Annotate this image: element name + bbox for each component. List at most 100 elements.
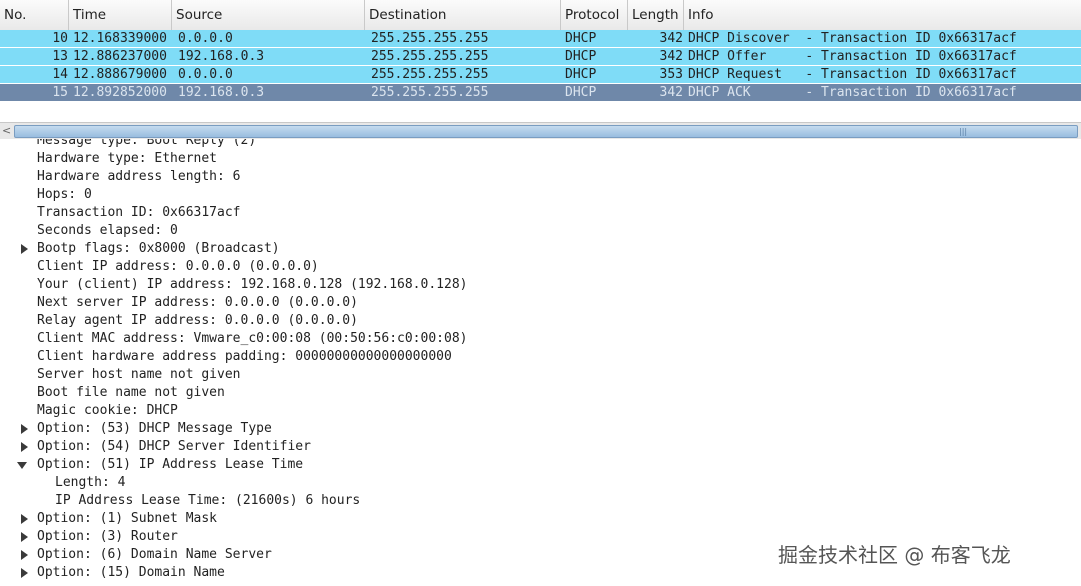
tree-item[interactable]: Client hardware address padding: 0000000… <box>37 348 452 366</box>
packet-destination: 255.255.255.255 <box>371 67 489 82</box>
packet-source: 192.168.0.3 <box>178 49 265 64</box>
tree-item-label: Client hardware address padding: 0000000… <box>37 349 452 364</box>
column-header-protocol[interactable]: Protocol <box>561 0 628 30</box>
packet-row[interactable]: 13 12.886237000 192.168.0.3 255.255.255.… <box>0 48 1081 66</box>
packet-row-selected[interactable]: 15 12.892852000 192.168.0.3 255.255.255.… <box>0 84 1081 102</box>
tree-item[interactable]: Magic cookie: DHCP <box>37 402 178 420</box>
tree-item[interactable]: Your (client) IP address: 192.168.0.128 … <box>37 276 467 294</box>
tree-item[interactable]: Option: (51) IP Address Lease Time <box>17 456 304 474</box>
packet-list-header: No. Time Source Destination Protocol Len… <box>0 0 1081 31</box>
packet-info: DHCP ACK - Transaction ID 0x66317acf <box>688 85 1017 100</box>
tree-item[interactable]: Option: (1) Subnet Mask <box>21 510 218 528</box>
packet-protocol: DHCP <box>565 67 597 82</box>
packet-info: DHCP Discover - Transaction ID 0x66317ac… <box>688 31 1017 46</box>
column-header-info[interactable]: Info <box>684 0 1081 30</box>
scrollbar-grip-icon: ||| <box>959 127 968 136</box>
packet-destination: 255.255.255.255 <box>371 85 489 100</box>
tree-item[interactable]: Option: (3) Router <box>21 528 178 546</box>
packet-info: DHCP Offer - Transaction ID 0x66317acf <box>688 49 1017 64</box>
tree-item-label: Hardware type: Ethernet <box>37 151 218 166</box>
tree-item[interactable]: Option: (54) DHCP Server Identifier <box>21 438 311 456</box>
tree-item-label: Magic cookie: DHCP <box>37 403 178 418</box>
expand-triangle-icon[interactable] <box>21 514 28 524</box>
expand-triangle-icon[interactable] <box>21 550 28 560</box>
packet-time: 12.892852000 <box>73 85 167 100</box>
packet-no: 10 <box>52 31 68 46</box>
tree-item[interactable]: Option: (15) Domain Name <box>21 564 225 582</box>
tree-item[interactable]: Option: (53) DHCP Message Type <box>21 420 272 438</box>
expand-triangle-icon[interactable] <box>21 244 28 254</box>
tree-item-label: Client IP address: 0.0.0.0 (0.0.0.0) <box>37 259 319 274</box>
packet-length: 342 <box>659 49 683 64</box>
tree-item-label: Option: (54) DHCP Server Identifier <box>37 439 311 454</box>
packet-row[interactable]: 14 12.888679000 0.0.0.0 255.255.255.255 … <box>0 66 1081 84</box>
expand-triangle-icon[interactable] <box>21 568 28 578</box>
tree-item[interactable]: Message type: Boot Reply (2) <box>37 139 256 150</box>
tree-item[interactable]: IP Address Lease Time: (21600s) 6 hours <box>55 492 360 510</box>
packet-destination: 255.255.255.255 <box>371 31 489 46</box>
packet-length: 353 <box>659 67 683 82</box>
collapse-triangle-icon[interactable] <box>17 462 27 469</box>
watermark: 掘金技术社区 @ 布客飞龙 <box>778 543 1011 567</box>
expand-triangle-icon[interactable] <box>21 424 28 434</box>
tree-item-label: Option: (15) Domain Name <box>37 565 225 580</box>
tree-item-label: Client MAC address: Vmware_c0:00:08 (00:… <box>37 331 468 346</box>
packet-protocol: DHCP <box>565 31 597 46</box>
packet-source: 192.168.0.3 <box>178 85 265 100</box>
packet-length: 342 <box>659 85 683 100</box>
tree-item[interactable]: Option: (6) Domain Name Server <box>21 546 272 564</box>
expand-triangle-icon[interactable] <box>21 532 28 542</box>
packet-protocol: DHCP <box>565 85 597 100</box>
tree-item[interactable]: Seconds elapsed: 0 <box>37 222 178 240</box>
tree-item[interactable]: Server host name not given <box>37 366 241 384</box>
expand-triangle-icon[interactable] <box>21 442 28 452</box>
packet-details-tree: Message type: Boot Reply (2) Hardware typ… <box>0 139 1081 586</box>
tree-item[interactable]: Hardware type: Ethernet <box>37 150 217 168</box>
tree-item-label: Hops: 0 <box>37 187 92 202</box>
column-header-length[interactable]: Length <box>628 0 684 30</box>
packet-destination: 255.255.255.255 <box>371 49 489 64</box>
packet-source: 0.0.0.0 <box>178 31 233 46</box>
tree-item-label: Message type: Boot Reply (2) <box>37 139 257 148</box>
packet-time: 12.888679000 <box>73 67 167 82</box>
packet-time: 12.168339000 <box>73 31 167 46</box>
column-header-source[interactable]: Source <box>172 0 365 30</box>
tree-item-label: Option: (53) DHCP Message Type <box>37 421 272 436</box>
packet-no: 13 <box>52 49 68 64</box>
tree-item[interactable]: Boot file name not given <box>37 384 225 402</box>
tree-item[interactable]: Client IP address: 0.0.0.0 (0.0.0.0) <box>37 258 319 276</box>
tree-item-label: Next server IP address: 0.0.0.0 (0.0.0.0… <box>37 295 358 310</box>
tree-item-label: Boot file name not given <box>37 385 225 400</box>
packet-row[interactable]: 10 12.168339000 0.0.0.0 255.255.255.255 … <box>0 30 1081 48</box>
horizontal-scrollbar[interactable]: < ||| <box>0 122 1081 140</box>
tree-item-label: Option: (51) IP Address Lease Time <box>37 457 304 472</box>
packet-time: 12.886237000 <box>73 49 167 64</box>
tree-item[interactable]: Bootp flags: 0x8000 (Broadcast) <box>21 240 280 258</box>
tree-item-label: Seconds elapsed: 0 <box>37 223 178 238</box>
tree-item-label: Length: 4 <box>55 475 126 490</box>
tree-item[interactable]: Length: 4 <box>55 474 125 492</box>
packet-source: 0.0.0.0 <box>178 67 233 82</box>
packet-protocol: DHCP <box>565 49 597 64</box>
column-header-destination[interactable]: Destination <box>365 0 561 30</box>
packet-no: 15 <box>52 85 68 100</box>
scroll-left-arrow-icon[interactable]: < <box>2 123 12 139</box>
tree-item[interactable]: Transaction ID: 0x66317acf <box>37 204 241 222</box>
column-header-time[interactable]: Time <box>69 0 172 30</box>
tree-item-label: Your (client) IP address: 192.168.0.128 … <box>37 277 468 292</box>
scrollbar-thumb[interactable]: ||| <box>14 125 1078 138</box>
column-header-no[interactable]: No. <box>0 0 69 30</box>
tree-item-label: Transaction ID: 0x66317acf <box>37 205 241 220</box>
tree-item[interactable]: Client MAC address: Vmware_c0:00:08 (00:… <box>37 330 467 348</box>
tree-item[interactable]: Hops: 0 <box>37 186 92 204</box>
tree-item-label: Option: (1) Subnet Mask <box>37 511 218 526</box>
tree-item-label: Option: (6) Domain Name Server <box>37 547 272 562</box>
packet-info: DHCP Request - Transaction ID 0x66317acf <box>688 67 1017 82</box>
tree-item-label: Server host name not given <box>37 367 241 382</box>
tree-item[interactable]: Relay agent IP address: 0.0.0.0 (0.0.0.0… <box>37 312 358 330</box>
tree-item[interactable]: Hardware address length: 6 <box>37 168 241 186</box>
packet-length: 342 <box>659 31 683 46</box>
tree-item-label: Hardware address length: 6 <box>37 169 241 184</box>
tree-item-label: Bootp flags: 0x8000 (Broadcast) <box>37 241 280 256</box>
tree-item[interactable]: Next server IP address: 0.0.0.0 (0.0.0.0… <box>37 294 358 312</box>
